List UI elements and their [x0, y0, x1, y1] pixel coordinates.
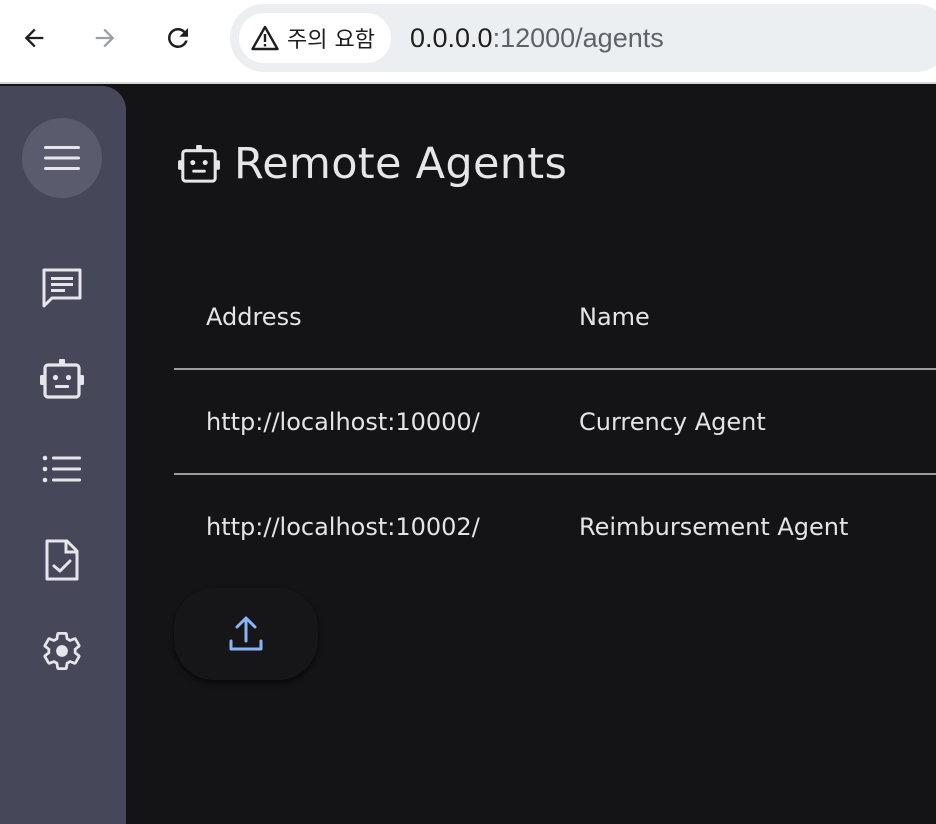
sidebar	[0, 86, 126, 824]
url-text[interactable]: 0.0.0.0:12000/agents	[410, 4, 664, 72]
sidebar-item-agents[interactable]	[31, 348, 93, 410]
page-title-text: Remote Agents	[234, 139, 568, 189]
robot-icon	[178, 144, 220, 183]
menu-button[interactable]	[22, 118, 102, 198]
app-shell: Remote Agents Address Name http://localh…	[0, 86, 936, 824]
back-arrow-icon	[24, 28, 44, 48]
agent-name: Currency Agent	[579, 407, 766, 436]
table-header-row: Address Name	[174, 266, 936, 370]
sidebar-item-event-list[interactable]	[31, 438, 93, 500]
reload-icon	[168, 27, 188, 48]
warning-triangle-icon	[251, 25, 279, 51]
task-document-icon	[45, 539, 79, 581]
sidebar-item-settings[interactable]	[31, 620, 93, 682]
reload-button[interactable]	[158, 18, 198, 58]
forward-arrow-icon	[95, 28, 115, 48]
agents-table: Address Name http://localhost:10000/ Cur…	[174, 266, 936, 578]
agent-name: Reimbursement Agent	[579, 512, 849, 541]
page-title: Remote Agents	[176, 136, 567, 192]
hamburger-menu-icon	[44, 146, 80, 170]
settings-gear-icon	[43, 632, 81, 670]
table-row[interactable]: http://localhost:10000/ Currency Agent	[174, 370, 936, 475]
agent-address: http://localhost:10000/	[206, 407, 480, 436]
upload-icon	[229, 616, 263, 651]
column-header-address: Address	[206, 303, 302, 331]
url-path: :12000/agents	[492, 23, 664, 53]
robot-icon	[40, 359, 84, 399]
agent-address: http://localhost:10002/	[206, 512, 480, 541]
security-indicator[interactable]: 주의 요함	[239, 13, 391, 63]
list-icon	[42, 455, 81, 483]
address-bar[interactable]: 주의 요함 0.0.0.0:12000/agents	[230, 4, 936, 72]
forward-button[interactable]	[85, 18, 125, 58]
url-host: 0.0.0.0	[410, 23, 493, 53]
sidebar-item-tasks[interactable]	[31, 529, 93, 591]
sidebar-item-conversations[interactable]	[31, 257, 93, 319]
upload-agent-button[interactable]	[174, 588, 318, 680]
table-row[interactable]: http://localhost:10002/ Reimbursement Ag…	[174, 475, 936, 578]
security-label: 주의 요함	[287, 28, 375, 53]
back-button[interactable]	[14, 18, 54, 58]
browser-toolbar: 주의 요함 0.0.0.0:12000/agents	[0, 0, 936, 84]
chat-icon	[42, 268, 82, 308]
column-header-name: Name	[579, 303, 650, 331]
